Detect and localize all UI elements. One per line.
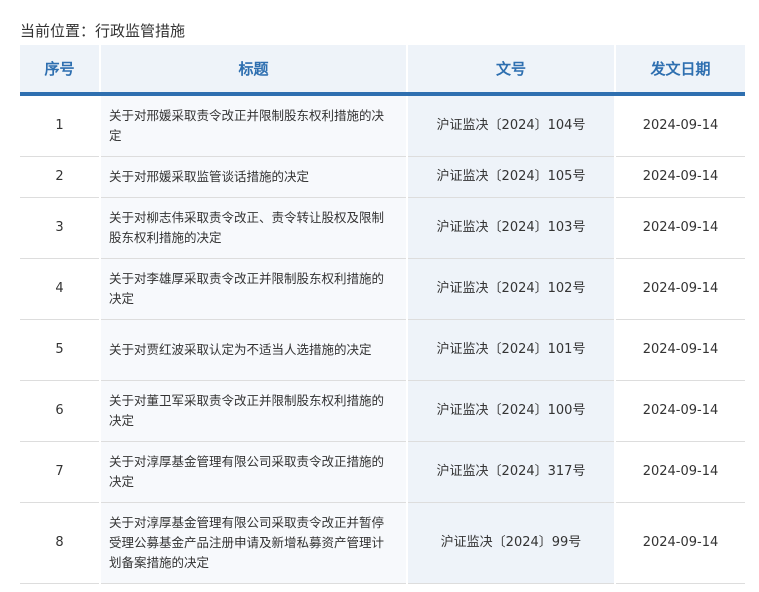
table-row[interactable]: 1 关于对邢媛采取责令改正并限制股东权利措施的决定 沪证监决〔2024〕104号…: [20, 94, 745, 157]
row-doc-no: 沪证监决〔2024〕100号: [407, 380, 615, 442]
column-header-index: 序号: [20, 45, 100, 96]
row-title-link[interactable]: 关于对董卫军采取责令改正并限制股东权利措施的决定: [99, 380, 408, 442]
row-index: 1: [20, 94, 100, 157]
row-index: 2: [20, 156, 100, 198]
row-doc-no: 沪证监决〔2024〕99号: [407, 502, 615, 584]
row-index: 7: [20, 441, 100, 503]
table-row[interactable]: 3 关于对柳志伟采取责令改正、责令转让股权及限制股东权利措施的决定 沪证监决〔2…: [20, 197, 745, 259]
row-doc-no: 沪证监决〔2024〕103号: [407, 197, 615, 259]
row-title-link[interactable]: 关于对淳厚基金管理有限公司采取责令改正措施的决定: [99, 441, 408, 503]
row-doc-no: 沪证监决〔2024〕104号: [407, 94, 615, 157]
row-date: 2024-09-14: [614, 380, 745, 442]
table-header-row: 序号 标题 文号 发文日期: [20, 45, 745, 96]
row-date: 2024-09-14: [614, 258, 745, 320]
table-row[interactable]: 7 关于对淳厚基金管理有限公司采取责令改正措施的决定 沪证监决〔2024〕317…: [20, 441, 745, 503]
row-date: 2024-09-14: [614, 197, 745, 259]
row-index: 4: [20, 258, 100, 320]
row-index: 3: [20, 197, 100, 259]
table-row[interactable]: 4 关于对李雄厚采取责令改正并限制股东权利措施的决定 沪证监决〔2024〕102…: [20, 258, 745, 320]
row-title-link[interactable]: 关于对邢媛采取监管谈话措施的决定: [99, 156, 408, 198]
row-doc-no: 沪证监决〔2024〕317号: [407, 441, 615, 503]
row-index: 8: [20, 502, 100, 584]
measures-table: 序号 标题 文号 发文日期 1 关于对邢媛采取责令改正并限制股东权利措施的决定 …: [20, 45, 745, 584]
row-title-link[interactable]: 关于对李雄厚采取责令改正并限制股东权利措施的决定: [99, 258, 408, 320]
page: 当前位置：行政监管措施 序号 标题 文号 发文日期 1 关于对邢媛采取责令改正并…: [0, 0, 759, 592]
breadcrumb: 当前位置：行政监管措施: [20, 22, 186, 40]
table-row[interactable]: 5 关于对贾红波采取认定为不适当人选措施的决定 沪证监决〔2024〕101号 2…: [20, 319, 745, 381]
row-index: 5: [20, 319, 100, 381]
row-title-link[interactable]: 关于对淳厚基金管理有限公司采取责令改正并暂停受理公募基金产品注册申请及新增私募资…: [99, 502, 408, 584]
row-doc-no: 沪证监决〔2024〕105号: [407, 156, 615, 198]
row-doc-no: 沪证监决〔2024〕102号: [407, 258, 615, 320]
row-title-link[interactable]: 关于对贾红波采取认定为不适当人选措施的决定: [99, 319, 408, 381]
column-header-title: 标题: [99, 45, 408, 96]
row-title-link[interactable]: 关于对柳志伟采取责令改正、责令转让股权及限制股东权利措施的决定: [99, 197, 408, 259]
table-row[interactable]: 6 关于对董卫军采取责令改正并限制股东权利措施的决定 沪证监决〔2024〕100…: [20, 380, 745, 442]
row-title-link[interactable]: 关于对邢媛采取责令改正并限制股东权利措施的决定: [99, 94, 408, 157]
row-date: 2024-09-14: [614, 94, 745, 157]
table-row[interactable]: 8 关于对淳厚基金管理有限公司采取责令改正并暂停受理公募基金产品注册申请及新增私…: [20, 502, 745, 584]
row-doc-no: 沪证监决〔2024〕101号: [407, 319, 615, 381]
table-row[interactable]: 2 关于对邢媛采取监管谈话措施的决定 沪证监决〔2024〕105号 2024-0…: [20, 156, 745, 198]
measures-table-wrapper: 序号 标题 文号 发文日期 1 关于对邢媛采取责令改正并限制股东权利措施的决定 …: [20, 45, 745, 584]
row-date: 2024-09-14: [614, 156, 745, 198]
column-header-date: 发文日期: [614, 45, 745, 96]
row-date: 2024-09-14: [614, 502, 745, 584]
column-header-doc-no: 文号: [407, 45, 615, 96]
row-date: 2024-09-14: [614, 441, 745, 503]
row-index: 6: [20, 380, 100, 442]
row-date: 2024-09-14: [614, 319, 745, 381]
